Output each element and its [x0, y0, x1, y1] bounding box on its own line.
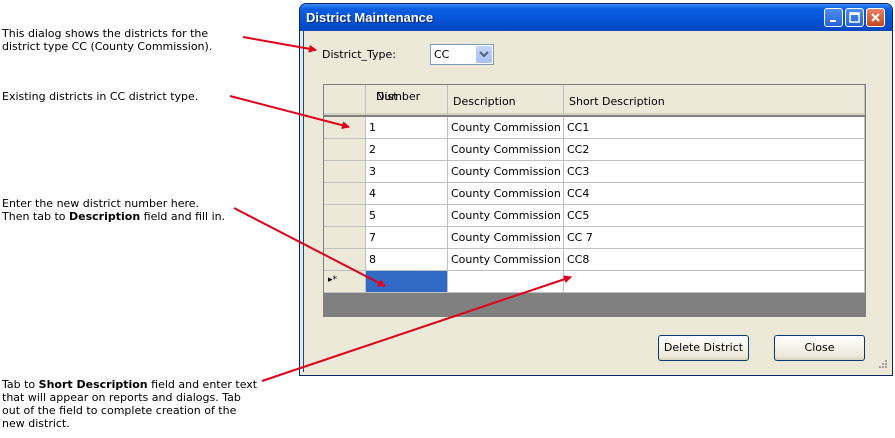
annotation-arrows [229, 36, 572, 382]
arrow-to-short-description-cell [261, 275, 572, 382]
arrow-to-district-type [242, 36, 317, 53]
arrow-to-new-number-cell [233, 207, 386, 287]
arrow-to-existing-rows [229, 95, 350, 130]
